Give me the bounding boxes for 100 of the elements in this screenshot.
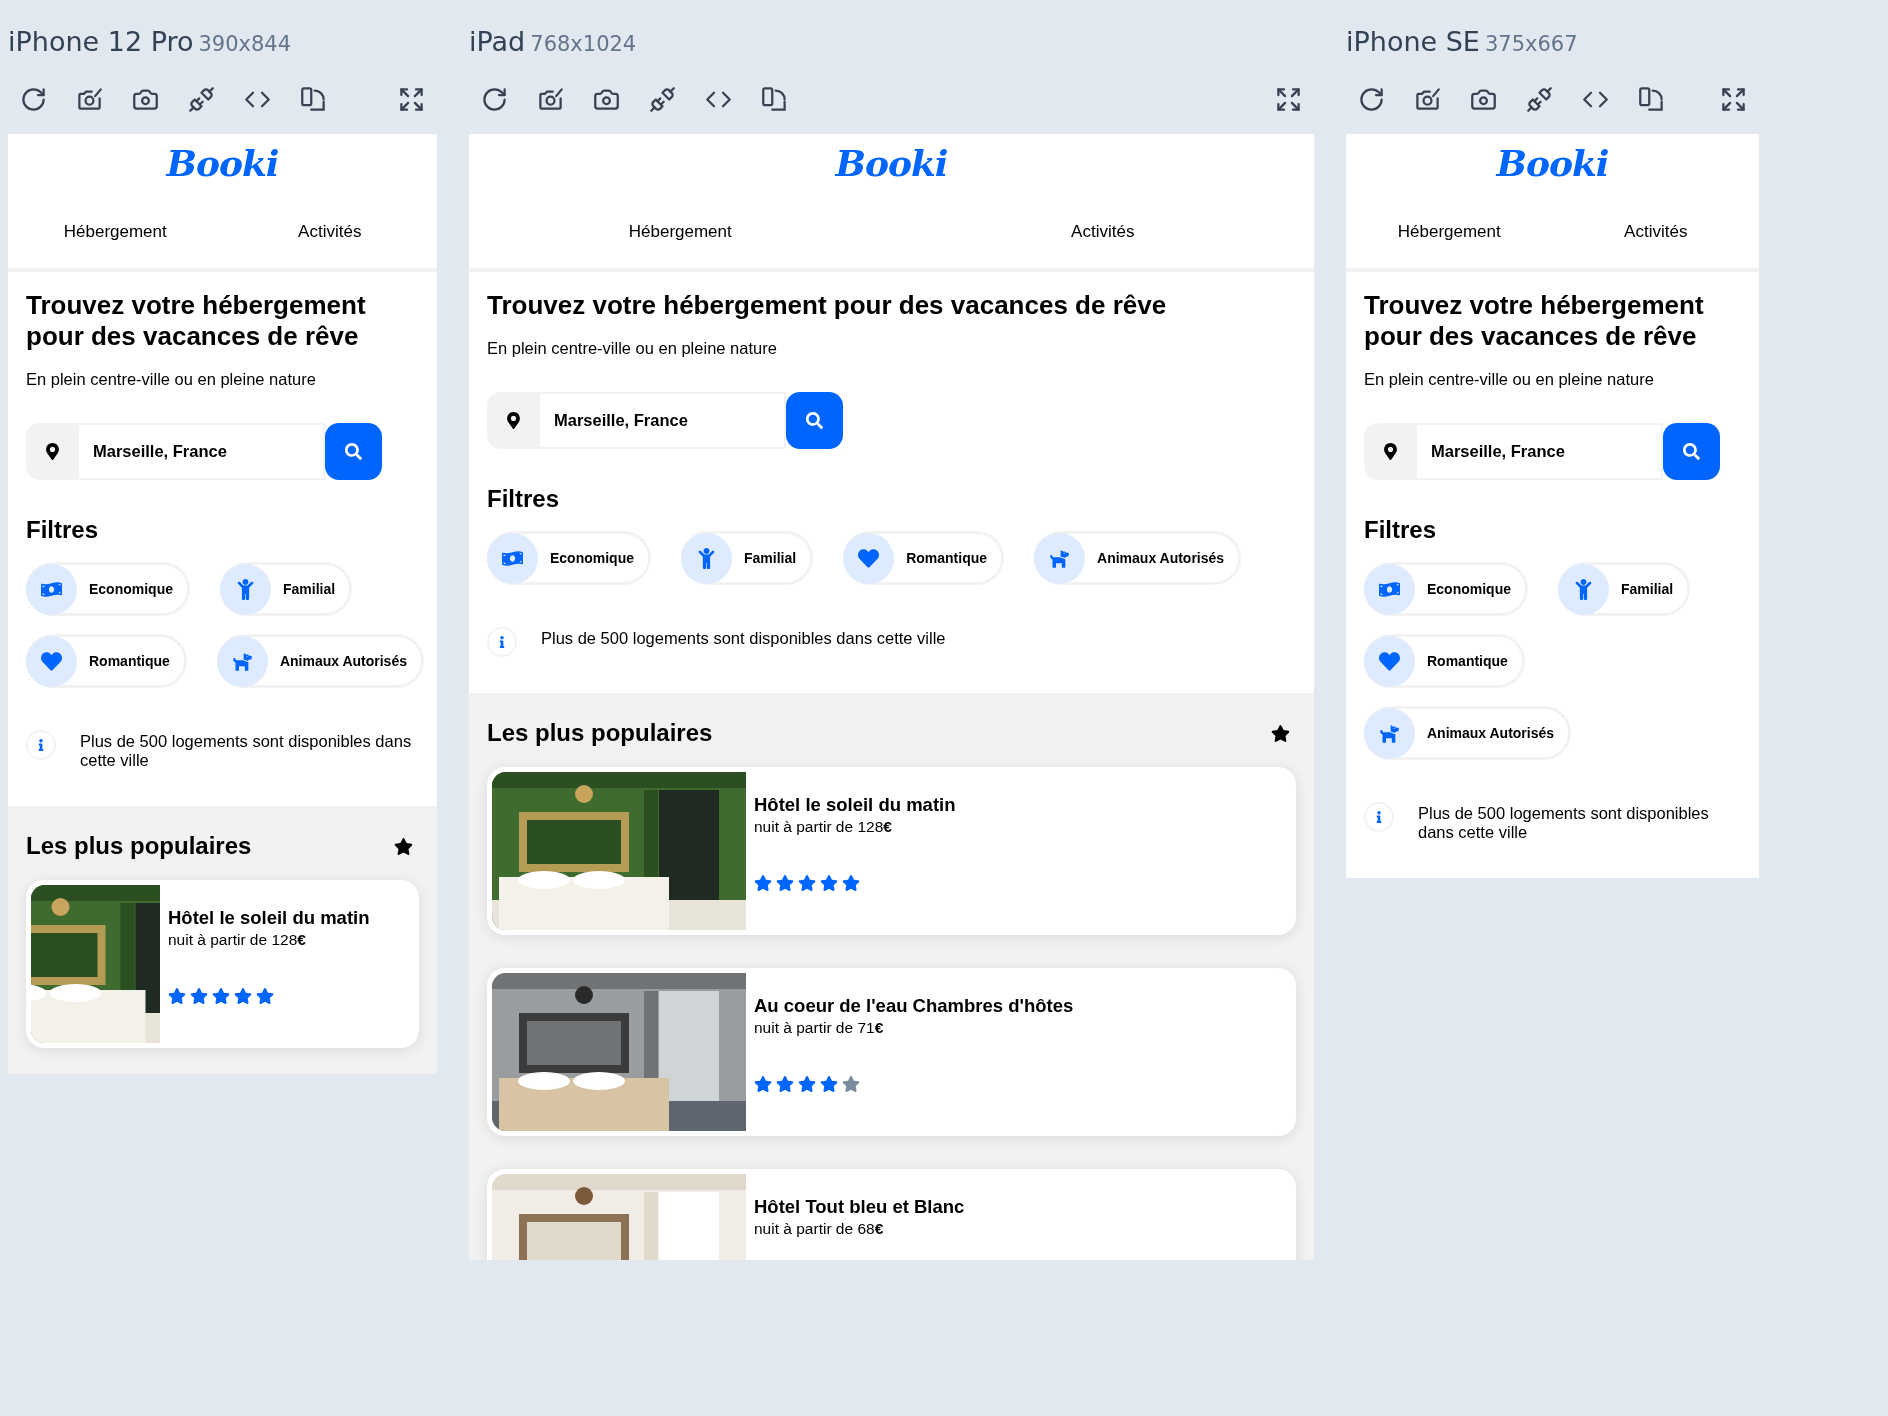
rating-star [776,874,794,892]
device-name: iPhone SE [1346,26,1480,57]
filters-title: Filtres [26,516,100,544]
search-field[interactable]: Marseille, France [79,423,325,480]
location-pin-icon [1364,423,1417,480]
rating-star [842,874,860,892]
popular-title: Les plus populaires [26,832,252,860]
refresh-icon[interactable] [20,85,47,113]
filters-title: Filtres [1364,516,1438,544]
search-icon [806,412,823,429]
location-pin-icon [487,392,540,449]
hotel-name: Hôtel le soleil du matin [754,794,956,816]
rating-star [212,987,230,1005]
nav-link[interactable]: Hébergement [469,222,892,242]
rotate-device-icon[interactable] [300,85,327,113]
expand-icon[interactable] [1720,85,1747,113]
dog-icon [1364,707,1415,759]
plug-icon[interactable] [649,85,676,113]
money-icon [487,532,538,584]
plug-icon[interactable] [188,85,215,113]
hotel-price: nuit à partir de 128€ [168,931,307,949]
rotate-device-icon[interactable] [1638,85,1665,113]
rating-star [776,1075,794,1093]
filter-chip[interactable]: Animaux Autorisés [1364,706,1572,760]
rating-star [234,987,252,1005]
rating-star [820,1075,838,1093]
nav-link[interactable]: Activités [891,222,1314,242]
rotate-device-icon[interactable] [761,85,788,113]
location-pin-icon [26,423,79,480]
device-size: 390x844 [198,32,292,56]
rating-star [798,1075,816,1093]
filter-chip[interactable]: Romantique [1364,634,1525,688]
child-icon [681,532,732,584]
info-icon [1364,802,1394,832]
rating-star [842,1075,860,1093]
hotel-card[interactable]: Hôtel le soleil du matin nuit à partir de 128€ [487,767,1296,935]
nav-link[interactable]: Activités [222,222,437,242]
info-text: Plus de 500 logements sont disponibles dans cette ville [1418,804,1710,842]
rating-star [754,874,772,892]
search-field[interactable]: Marseille, France [540,392,786,449]
filter-chip[interactable]: Romantique [843,531,1005,585]
search-icon [345,443,362,460]
hero-subtitle: En plein centre-ville ou en pleine nature [26,370,317,389]
child-icon [220,563,271,615]
hotel-name: Hôtel le soleil du matin [168,907,370,929]
filter-chip[interactable]: Familial [1558,562,1691,616]
device-size: 375x667 [1484,32,1578,56]
rating-star [256,987,274,1005]
camera-edit-icon[interactable] [76,85,103,113]
search-button[interactable] [325,423,382,480]
filter-chip[interactable]: Economique [487,531,651,585]
hotel-card[interactable]: Hôtel Tout bleu et Blanc nuit à partir de 68€ [487,1169,1296,1260]
filter-chip[interactable]: Economique [1364,562,1528,616]
hotel-name: Au coeur de l'eau Chambres d'hôtes [754,995,1074,1017]
rating-star [798,874,816,892]
filter-chip[interactable]: Animaux Autorisés [1034,531,1242,585]
filter-chip[interactable]: Animaux Autorisés [216,634,424,688]
hero-title: Trouvez votre hébergement pour des vacances de rêve [487,290,1168,321]
filter-chip[interactable]: Familial [220,562,353,616]
popular-title: Les plus populaires [487,719,713,747]
nav-link[interactable]: Hébergement [8,222,223,242]
filter-chip[interactable]: Economique [26,562,190,616]
info-text: Plus de 500 logements sont disponibles dans cette ville [541,629,946,648]
camera-edit-icon[interactable] [1414,85,1441,113]
money-icon [1364,563,1415,615]
refresh-icon[interactable] [1358,85,1385,113]
expand-icon[interactable] [1275,85,1302,113]
star-icon [394,836,413,856]
hero-subtitle: En plein centre-ville ou en pleine nature [1364,370,1655,389]
device-name: iPad [469,26,526,57]
star-icon [1271,723,1290,743]
hotel-card[interactable]: Au coeur de l'eau Chambres d'hôtes nuit à partir de 71€ [487,968,1296,1136]
expand-icon[interactable] [398,85,425,113]
device-name: iPhone 12 Pro [8,26,194,57]
nav-link[interactable]: Hébergement [1346,222,1553,242]
camera-edit-icon[interactable] [537,85,564,113]
info-icon [26,730,56,760]
search-button[interactable] [1663,423,1720,480]
refresh-icon[interactable] [481,85,508,113]
filter-chip[interactable]: Familial [681,531,814,585]
rating-star [168,987,186,1005]
nav-link[interactable]: Activités [1552,222,1759,242]
search-button[interactable] [786,392,843,449]
dog-icon [1034,532,1086,584]
hero-title: Trouvez votre hébergement pour des vacances de rêve [26,290,367,352]
child-icon [1558,563,1609,615]
search-field[interactable]: Marseille, France [1417,423,1663,480]
hotel-price: nuit à partir de 68€ [754,1220,885,1238]
rating-star [820,874,838,892]
search-icon [1683,443,1700,460]
filter-chip[interactable]: Romantique [26,634,187,688]
info-icon [487,627,517,657]
hero-title: Trouvez votre hébergement pour des vacances de rêve [1364,290,1705,352]
logo: Booki [166,141,279,186]
rating-star [754,1075,772,1093]
hotel-card[interactable]: Hôtel le soleil du matin nuit à partir de 128€ [26,880,419,1048]
hotel-price: nuit à partir de 71€ [754,1019,885,1037]
hotel-price: nuit à partir de 128€ [754,818,893,836]
plug-icon[interactable] [1526,85,1553,113]
dog-icon [216,635,268,687]
